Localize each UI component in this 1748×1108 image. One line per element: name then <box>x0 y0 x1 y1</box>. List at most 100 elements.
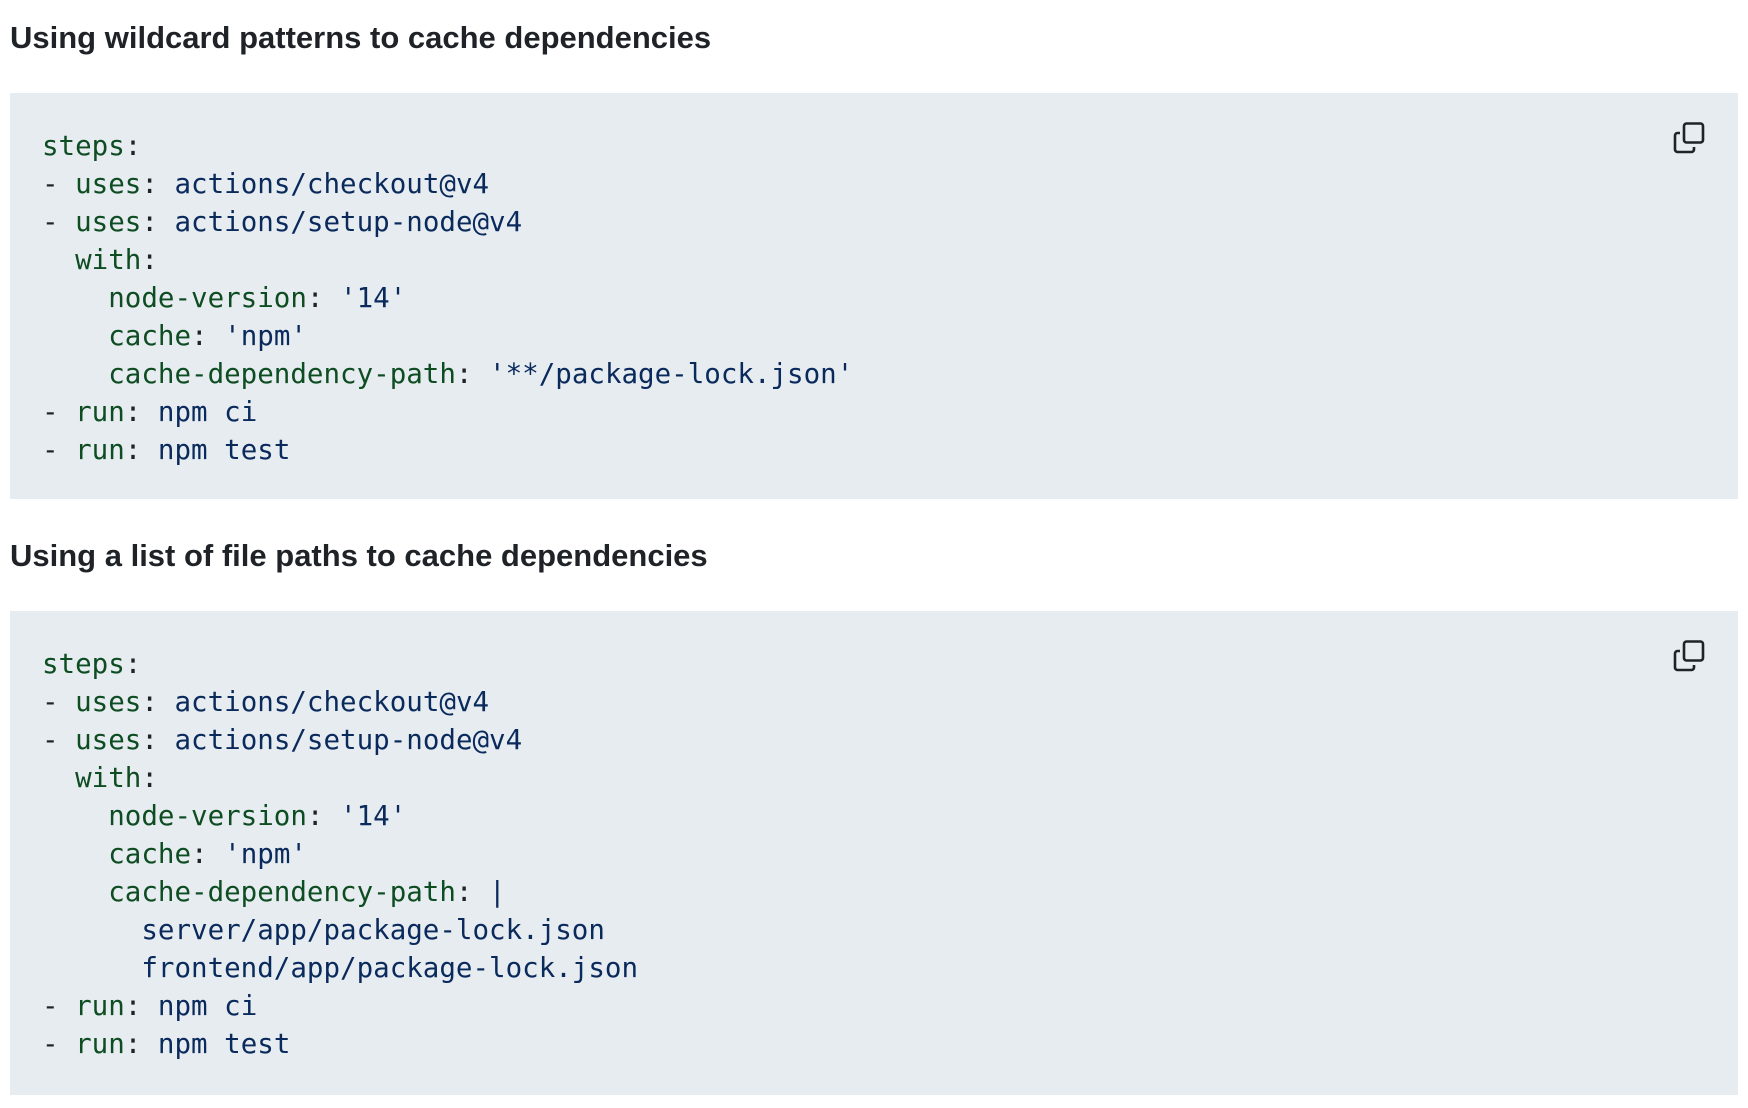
code-token-punc: : <box>141 206 175 238</box>
code-token-dash: - <box>42 724 76 756</box>
code-token-val: 'npm' <box>224 320 307 352</box>
code-token-key: cache-dependency-path <box>108 876 456 908</box>
code-token-punc: : <box>455 876 490 908</box>
code-token-key: cache <box>108 320 192 352</box>
code-line: steps: <box>42 645 638 683</box>
code-token-dash <box>42 282 108 314</box>
code-token-val: '**/package-lock.json' <box>489 358 854 390</box>
code-line: - run: npm ci <box>42 987 638 1025</box>
code-line: cache-dependency-path: | <box>42 873 638 911</box>
code-token-punc: : <box>141 724 175 756</box>
code-line: with: <box>42 241 853 279</box>
code-token-val: actions/checkout@v4 <box>174 168 490 200</box>
code-line: - run: npm ci <box>42 393 853 431</box>
code-token-dash: - <box>42 1028 76 1060</box>
code-line: frontend/app/package-lock.json <box>42 949 638 987</box>
code-token-punc: : <box>306 282 341 314</box>
code-token-val: npm ci <box>157 396 258 428</box>
code-token-dash <box>42 838 108 870</box>
code-token-punc: : <box>141 762 158 794</box>
code-token-punc: : <box>455 358 490 390</box>
code-line: cache-dependency-path: '**/package-lock.… <box>42 355 853 393</box>
code-token-dash: - <box>42 396 76 428</box>
code-line: - uses: actions/setup-node@v4 <box>42 203 853 241</box>
code-line: - uses: actions/setup-node@v4 <box>42 721 638 759</box>
copy-icon <box>1672 121 1706 155</box>
code-line: node-version: '14' <box>42 279 853 317</box>
code-token-punc: : <box>124 434 158 466</box>
code-token-dash <box>42 244 75 276</box>
code-token-dash <box>42 952 141 984</box>
code-line: steps: <box>42 127 853 165</box>
code-token-dash <box>42 800 108 832</box>
code-token-key: run <box>75 1028 125 1060</box>
code-token-dash <box>42 320 108 352</box>
code-token-key: cache <box>108 838 192 870</box>
code-token-punc: : <box>124 396 158 428</box>
code-token-val: server/app/package-lock.json <box>141 914 605 946</box>
section-heading: Using wildcard patterns to cache depende… <box>10 20 712 55</box>
code-line: server/app/package-lock.json <box>42 911 638 949</box>
code-token-key: uses <box>75 206 142 238</box>
code-token-val: | <box>489 876 506 908</box>
code-content: steps: - uses: actions/checkout@v4- uses:… <box>42 645 638 1063</box>
code-token-punc: : <box>141 686 175 718</box>
code-token-key: cache-dependency-path <box>108 358 456 390</box>
code-token-dash <box>42 358 108 390</box>
copy-button[interactable] <box>1670 119 1708 157</box>
code-token-val: '14' <box>340 282 407 314</box>
code-token-dash: - <box>42 686 76 718</box>
code-token-punc: : <box>124 990 158 1022</box>
code-content: steps: - uses: actions/checkout@v4- uses:… <box>42 127 853 469</box>
code-token-val: npm test <box>157 434 291 466</box>
code-token-val: actions/setup-node@v4 <box>174 206 523 238</box>
code-token-key: run <box>75 396 125 428</box>
copy-button[interactable] <box>1670 637 1708 675</box>
code-token-punc: : <box>191 838 225 870</box>
code-token-key: node-version <box>108 800 307 832</box>
code-token-dash: - <box>42 434 76 466</box>
code-token-dash <box>42 914 141 946</box>
code-line: - run: npm test <box>42 431 853 469</box>
code-block: steps: - uses: actions/checkout@v4- uses:… <box>10 611 1738 1095</box>
code-token-val: 'npm' <box>224 838 307 870</box>
code-token-val: actions/setup-node@v4 <box>174 724 523 756</box>
code-token-val: '14' <box>340 800 407 832</box>
code-token-punc: : <box>124 1028 158 1060</box>
code-line: - uses: actions/checkout@v4 <box>42 683 638 721</box>
code-token-key: with <box>75 244 142 276</box>
code-token-val: frontend/app/package-lock.json <box>141 952 639 984</box>
code-line: - run: npm test <box>42 1025 638 1063</box>
code-token-dash: - <box>42 206 76 238</box>
code-token-val: npm ci <box>157 990 258 1022</box>
code-token-dash: - <box>42 990 76 1022</box>
section-heading: Using a list of file paths to cache depe… <box>10 538 708 573</box>
code-token-key: steps <box>42 648 125 680</box>
code-token-key: with <box>75 762 142 794</box>
code-token-key: run <box>75 434 125 466</box>
code-token-punc: : <box>141 244 158 276</box>
code-token-key: steps <box>42 130 125 162</box>
code-token-val: npm test <box>157 1028 291 1060</box>
code-token-key: run <box>75 990 125 1022</box>
code-token-dash <box>42 876 108 908</box>
code-line: - uses: actions/checkout@v4 <box>42 165 853 203</box>
code-token-dash: - <box>42 168 76 200</box>
code-line: cache: 'npm' <box>42 835 638 873</box>
code-token-punc: : <box>306 800 341 832</box>
code-token-key: uses <box>75 724 142 756</box>
code-token-key: uses <box>75 686 142 718</box>
code-token-punc: : <box>124 130 142 162</box>
code-token-val: actions/checkout@v4 <box>174 686 490 718</box>
code-line: with: <box>42 759 638 797</box>
copy-icon <box>1672 639 1706 673</box>
code-block: steps: - uses: actions/checkout@v4- uses:… <box>10 93 1738 499</box>
code-token-punc: : <box>191 320 225 352</box>
code-token-dash <box>42 762 75 794</box>
code-token-key: uses <box>75 168 142 200</box>
code-line: cache: 'npm' <box>42 317 853 355</box>
code-line: node-version: '14' <box>42 797 638 835</box>
code-token-key: node-version <box>108 282 307 314</box>
code-token-punc: : <box>141 168 175 200</box>
code-token-punc: : <box>124 648 142 680</box>
